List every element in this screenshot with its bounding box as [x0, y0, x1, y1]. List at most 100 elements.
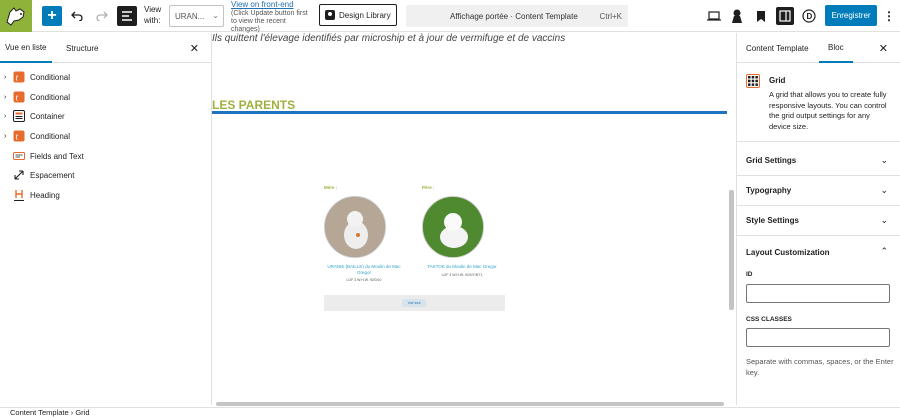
toolset-icon: t: [13, 91, 25, 103]
list-view-item[interactable]: › Container: [0, 107, 210, 125]
block-title: Grid: [769, 76, 786, 85]
undo-button[interactable]: [67, 5, 87, 27]
canvas-vertical-scrollbar[interactable]: [729, 190, 734, 310]
grid-footer: Voir tout: [324, 295, 505, 311]
block-breadcrumb: Content Template › Grid: [0, 407, 900, 417]
father-name[interactable]: TAKTOK du Moulin de Mac Gregor: [422, 264, 502, 270]
css-classes-input[interactable]: [746, 328, 890, 347]
parents-heading[interactable]: LES PARENTS: [212, 98, 295, 112]
layout-customization-panel-toggle[interactable]: Layout Customization ⌃: [737, 237, 900, 267]
tab-content-template[interactable]: Content Template: [746, 33, 809, 63]
canvas-horizontal-scrollbar[interactable]: [216, 402, 724, 406]
mother-lof: LOF 3 W.H.W. 92/0/10: [346, 278, 382, 282]
chevron-down-icon: ⌄: [880, 185, 888, 195]
blocks-button[interactable]: [752, 7, 770, 25]
father-photo[interactable]: [422, 196, 484, 258]
more-vertical-icon: ⋮: [883, 9, 895, 23]
list-view-item-label: Conditional: [30, 131, 71, 141]
redo-icon: [96, 11, 108, 21]
settings-sidebar: Content Template Bloc ✕ Grid A grid that…: [736, 33, 900, 405]
preview-button[interactable]: [705, 7, 723, 25]
father-label: Père :: [422, 185, 435, 190]
editor-toolbar: + View with: URAN... ⌄ View on front-end…: [0, 0, 900, 33]
undo-icon: [71, 11, 83, 21]
chevron-right-icon[interactable]: ›: [4, 74, 6, 81]
id-input[interactable]: [746, 284, 890, 303]
list-view-item[interactable]: › t Conditional: [0, 127, 210, 145]
site-logo[interactable]: [0, 0, 32, 32]
list-view-item-label: Espacement: [30, 170, 75, 180]
heading-icon: [13, 189, 25, 201]
breadcrumb-item[interactable]: Content Template: [10, 408, 69, 417]
see-all-button[interactable]: Voir tout: [402, 299, 426, 307]
command-palette-button[interactable]: Affichage portée · Content Template Ctrl…: [406, 5, 628, 27]
chevron-down-icon: ⌄: [880, 155, 888, 165]
chevron-down-icon: ⌄: [880, 215, 888, 225]
list-view-item[interactable]: › t Conditional: [0, 68, 210, 86]
view-with-value: URAN...: [175, 11, 205, 21]
sidebar-icon: [779, 10, 791, 22]
d-logo-icon: D: [802, 9, 816, 23]
desktop-icon: [707, 11, 721, 21]
mother-name[interactable]: URANIE (BAILLE) du Moulin de Mac Gregor: [324, 264, 404, 275]
chevron-up-icon: ⌃: [880, 246, 888, 256]
section-title: Typography: [746, 186, 792, 195]
list-view-panel: Vue en liste Structure ✕ › t Conditional › t…: [0, 33, 212, 405]
list-view-item[interactable]: Fields and Text: [0, 147, 210, 165]
list-view-item[interactable]: Heading: [0, 186, 210, 204]
chevron-right-icon[interactable]: ›: [4, 133, 6, 140]
heading-divider: [212, 111, 727, 114]
list-view-item-label: Conditional: [30, 92, 71, 102]
close-icon[interactable]: ✕: [879, 42, 888, 55]
container-icon: [13, 110, 25, 122]
plugin-button[interactable]: D: [800, 7, 818, 25]
list-view-item[interactable]: Espacement: [0, 166, 210, 184]
mother-label: Mère :: [324, 185, 338, 190]
document-overview-button[interactable]: [117, 6, 137, 26]
dog-image-icon: [423, 197, 483, 257]
block-description: A grid that allows you to create fully r…: [769, 90, 887, 131]
save-button[interactable]: Enregistrer: [825, 5, 877, 26]
tab-structure[interactable]: Structure: [66, 33, 98, 63]
selected-grid-block[interactable]: Mère : URANIE (BAILLE) du Moulin de Mac …: [324, 185, 505, 311]
list-view-item-label: Container: [30, 111, 65, 121]
command-title: Affichage portée · Content Template: [450, 12, 578, 21]
design-library-icon: [325, 10, 335, 20]
list-view-item[interactable]: › t Conditional: [0, 88, 210, 106]
typography-panel-toggle[interactable]: Typography ⌄: [737, 176, 900, 206]
tab-list-view[interactable]: Vue en liste: [0, 33, 52, 63]
list-view-item-label: Heading: [30, 190, 60, 200]
toolset-button[interactable]: [728, 7, 746, 25]
view-frontend-link[interactable]: View on front-end: [231, 0, 294, 9]
css-classes-help: Separate with commas, spaces, or the Ent…: [746, 357, 894, 377]
father-column[interactable]: Père : TAKTOK du Moulin de Mac Gregor LO…: [422, 185, 502, 277]
tab-block[interactable]: Bloc: [819, 33, 853, 63]
mother-column[interactable]: Mère : URANIE (BAILLE) du Moulin de Mac …: [324, 185, 404, 282]
section-title: Grid Settings: [746, 156, 797, 165]
css-classes-label: CSS CLASSES: [746, 316, 792, 323]
father-lof: LOF 3 W.H.W. 92/0/7/8/71: [441, 272, 483, 277]
view-with-label: View with:: [144, 5, 162, 25]
mother-photo[interactable]: [324, 196, 386, 258]
breadcrumb-item[interactable]: Grid: [75, 408, 89, 417]
toolset-icon: t: [13, 130, 25, 142]
view-with-select[interactable]: URAN... ⌄: [169, 5, 224, 27]
grid-settings-panel-toggle[interactable]: Grid Settings ⌄: [737, 146, 900, 176]
intro-paragraph[interactable]: Ils quittent l'élevage identifiés par mi…: [212, 33, 565, 44]
options-menu-button[interactable]: ⋮: [880, 7, 898, 25]
style-settings-panel-toggle[interactable]: Style Settings ⌄: [737, 206, 900, 236]
close-icon[interactable]: ✕: [190, 42, 199, 55]
chevron-right-icon[interactable]: ›: [4, 113, 6, 120]
editor-canvas[interactable]: Ils quittent l'élevage identifiés par mi…: [212, 33, 735, 405]
section-title: Layout Customization: [746, 247, 830, 257]
command-shortcut: Ctrl+K: [599, 12, 622, 21]
chevron-down-icon: ⌄: [212, 11, 219, 20]
chevron-right-icon[interactable]: ›: [4, 94, 6, 101]
toolset-icon: [732, 9, 742, 23]
add-block-button[interactable]: +: [42, 6, 62, 26]
redo-button[interactable]: [92, 5, 112, 27]
list-view-item-label: Fields and Text: [30, 151, 84, 161]
settings-sidebar-button[interactable]: [776, 7, 794, 25]
section-title: Style Settings: [746, 216, 799, 225]
design-library-button[interactable]: Design Library: [319, 4, 397, 26]
